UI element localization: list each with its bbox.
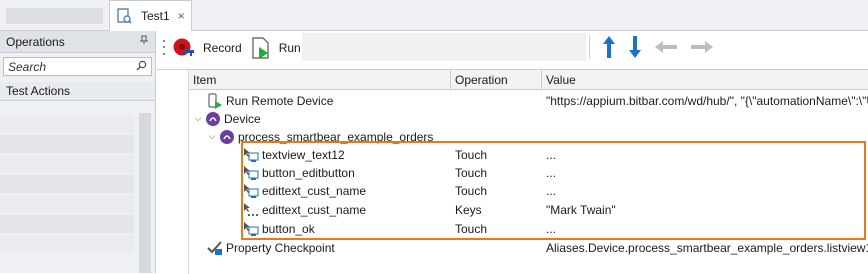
step-item: Device: [224, 111, 261, 126]
run-label: Run: [278, 40, 301, 55]
run-icon: [250, 36, 272, 60]
list-item[interactable]: [0, 175, 134, 193]
list-item[interactable]: [0, 195, 134, 213]
step-operation: Touch: [455, 165, 488, 180]
table-row[interactable]: edittext_cust_name Keys "Mark Twain": [189, 200, 868, 219]
step-item: button_ok: [262, 221, 315, 236]
table-row[interactable]: ⌵ Device: [189, 109, 868, 128]
collapse-icon[interactable]: ⌵: [193, 113, 203, 124]
row-gutter: [157, 70, 189, 274]
step-item: edittext_cust_name: [262, 202, 367, 217]
vertical-scrollbar[interactable]: [139, 113, 151, 273]
list-item[interactable]: [0, 135, 134, 153]
record-label: Record: [203, 40, 242, 55]
table-row[interactable]: textview_text12 Touch ...: [189, 145, 868, 164]
step-operation: Keys: [455, 202, 482, 217]
table-row[interactable]: edittext_cust_name Touch ...: [189, 181, 868, 200]
device-run-icon: [207, 93, 223, 109]
search-icon[interactable]: [136, 60, 147, 74]
move-buttons: [602, 35, 714, 61]
column-header-item[interactable]: Item: [189, 70, 451, 90]
table-row[interactable]: button_editbutton Touch ...: [189, 163, 868, 182]
column-header: Item Operation Value: [189, 70, 868, 90]
panel-title: Operations: [6, 34, 65, 49]
step-value[interactable]: ...: [542, 166, 868, 180]
move-up-icon[interactable]: [602, 35, 616, 62]
step-item: Property Checkpoint: [226, 240, 335, 255]
collapse-icon[interactable]: ⌵: [207, 131, 217, 142]
record-icon: [172, 36, 196, 60]
toolbar-empty-area: [302, 33, 586, 61]
table-row[interactable]: Property Checkpoint Aliases.Device.proce…: [189, 238, 868, 257]
keys-control-icon: [243, 202, 259, 218]
list-item[interactable]: [0, 215, 134, 233]
touch-control-icon: [243, 221, 259, 237]
step-item: process_smartbear_example_orders: [238, 129, 434, 144]
list-item[interactable]: [0, 115, 134, 133]
step-item: Run Remote Device: [226, 93, 334, 108]
table-row[interactable]: ⌵ process_smartbear_example_orders: [189, 127, 868, 146]
operations-list: [0, 113, 134, 273]
step-value[interactable]: ...: [542, 184, 868, 198]
step-item: textview_text12: [262, 147, 345, 162]
operations-panel: Operations Test Actions: [0, 31, 156, 273]
section-label: Test Actions: [6, 84, 71, 98]
move-down-icon[interactable]: [628, 35, 642, 62]
step-operation: Touch: [455, 183, 488, 198]
list-item[interactable]: [0, 235, 134, 253]
move-right-icon[interactable]: [690, 40, 714, 57]
close-icon[interactable]: ×: [178, 9, 185, 23]
step-value[interactable]: ...: [542, 148, 868, 162]
toolbar-grip[interactable]: [160, 38, 168, 58]
toolbar-separator: [589, 35, 590, 59]
tab-title: Test1: [141, 9, 170, 23]
table-row[interactable]: button_ok Touch ...: [189, 219, 868, 238]
process-object-icon: [219, 129, 235, 145]
column-header-operation[interactable]: Operation: [451, 70, 542, 90]
pin-icon[interactable]: [139, 35, 149, 48]
step-item: edittext_cust_name: [262, 183, 367, 198]
tab-test1[interactable]: Test1 ×: [109, 0, 192, 31]
step-operation: Touch: [455, 147, 488, 162]
touch-control-icon: [243, 147, 259, 163]
step-item: button_editbutton: [262, 165, 355, 180]
step-operation: Touch: [455, 221, 488, 236]
tab-strip: Test1 ×: [0, 0, 868, 31]
toolbar: Record Run: [157, 31, 868, 64]
run-button[interactable]: Run: [246, 34, 305, 62]
record-button[interactable]: Record: [168, 34, 246, 62]
step-value[interactable]: ...: [542, 222, 868, 236]
step-value[interactable]: "https://appium.bitbar.com/wd/hub/", "{\…: [542, 94, 868, 108]
operations-panel-header: Operations: [0, 31, 155, 53]
test-steps-grid: Item Operation Value Run Remote Device "…: [157, 69, 868, 274]
tab-placeholder: [6, 8, 103, 24]
move-left-icon[interactable]: [654, 40, 678, 57]
device-object-icon: [205, 111, 221, 127]
table-row[interactable]: Run Remote Device "https://appium.bitbar…: [189, 91, 868, 110]
search-input[interactable]: [8, 59, 128, 74]
search-box[interactable]: [3, 57, 152, 76]
section-test-actions[interactable]: Test Actions: [0, 82, 155, 101]
touch-control-icon: [243, 165, 259, 181]
step-value[interactable]: "Mark Twain": [542, 203, 868, 217]
list-item[interactable]: [0, 155, 134, 173]
keyword-test-icon: [116, 8, 132, 24]
column-header-value[interactable]: Value: [542, 70, 868, 90]
touch-control-icon: [243, 183, 259, 199]
checkpoint-icon: [207, 240, 223, 256]
step-value[interactable]: Aliases.Device.process_smartbear_example…: [542, 241, 868, 255]
